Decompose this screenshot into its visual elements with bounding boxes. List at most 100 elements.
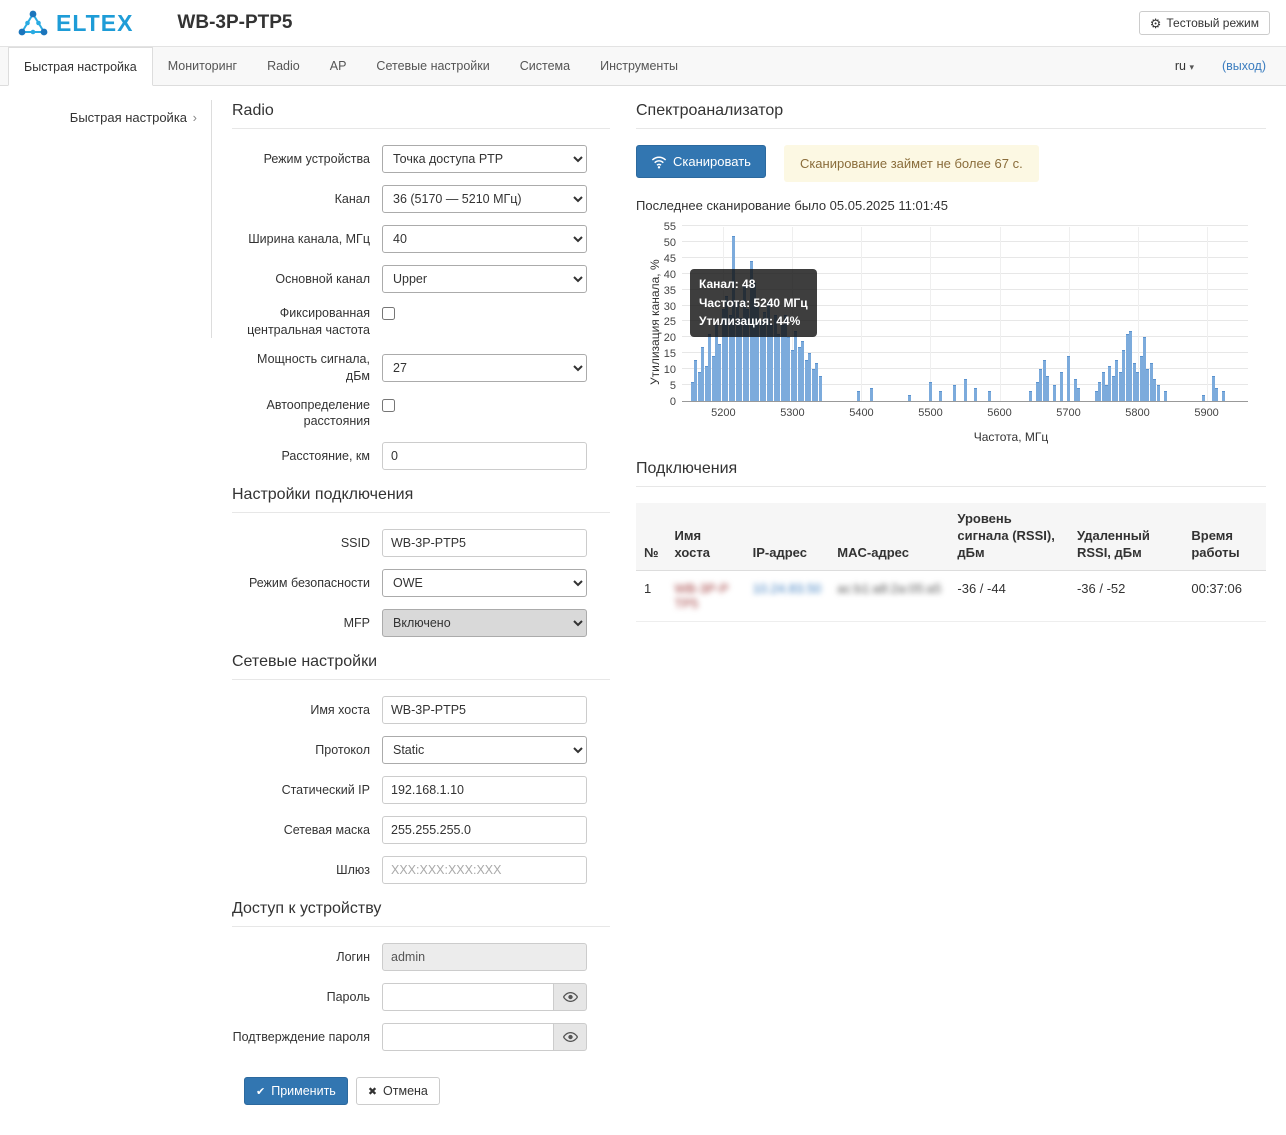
y-axis-tick: 0: [646, 396, 676, 408]
connections-header-row: №Имя хостаIP-адресMAC-адресУровень сигна…: [636, 503, 1266, 570]
tab-ap[interactable]: AP: [315, 47, 362, 85]
channel-width-control: 40: [382, 225, 587, 253]
x-icon: ✖: [368, 1085, 377, 1098]
primary-channel-select[interactable]: Upper: [382, 265, 587, 293]
scan-row: Сканировать Сканирование займет не более…: [636, 145, 1266, 182]
spectrum-bar: [1046, 376, 1049, 401]
cancel-button[interactable]: ✖ Отмена: [356, 1077, 440, 1105]
y-axis-tick: 15: [646, 348, 676, 360]
grid-line-vertical: [1207, 227, 1208, 401]
connections-table: №Имя хостаIP-адресMAC-адресУровень сигна…: [636, 503, 1266, 622]
tab-radio[interactable]: Radio: [252, 47, 315, 85]
conn-column-5: Удаленный RSSI, дБм: [1069, 503, 1183, 570]
test-mode-label: Тестовый режим: [1166, 16, 1259, 30]
auto-distance-control: [382, 397, 587, 415]
sidebar-item-label: Быстрая настройка: [70, 110, 187, 125]
section-title-connection-settings: Настройки подключения: [232, 486, 610, 513]
spectrum-bar: [857, 391, 860, 401]
device-title: WB-3P-PTP5: [177, 12, 292, 34]
eltex-logo[interactable]: ELTEX: [16, 9, 133, 37]
chart-x-axis-label: Частота, МГц: [728, 430, 1286, 444]
spectrum-bar: [1053, 385, 1056, 401]
check-icon: ✔: [256, 1085, 265, 1098]
nav-tabs: Быстрая настройкаМониторингRadioAPСетевы…: [8, 47, 693, 85]
scan-button-label: Сканировать: [673, 154, 751, 169]
primary-channel-label: Основной канал: [232, 271, 382, 288]
y-axis-tick: 45: [646, 253, 676, 265]
distance-input[interactable]: [382, 442, 587, 470]
grid-line-horizontal: [682, 257, 1248, 258]
spectrum-bar: [1157, 385, 1160, 401]
protocol-select[interactable]: Static: [382, 736, 587, 764]
fixed-center-freq-control: [382, 305, 587, 323]
spectrum-bar: [1202, 395, 1205, 401]
password-input[interactable]: [382, 983, 553, 1011]
password-control: [382, 983, 587, 1011]
eltex-logo-icon: [16, 9, 50, 37]
y-axis-tick: 55: [646, 221, 676, 233]
form-row-netmask: Сетевая маска: [232, 816, 610, 844]
form-row-mfp: MFPВключено: [232, 609, 610, 637]
spectrum-bar: [939, 391, 942, 401]
security-mode-label: Режим безопасности: [232, 575, 382, 592]
apply-button[interactable]: ✔ Применить: [244, 1077, 348, 1105]
conn-mac-redacted: ac:b1:a8:2a:05:a5: [837, 581, 941, 596]
connection-row: 1WB-3P-PTP510.24.83.50ac:b1:a8:2a:05:a5-…: [636, 570, 1266, 621]
y-axis-tick: 40: [646, 269, 676, 281]
spectrum-bar: [1077, 388, 1080, 401]
conn-ip-link-redacted[interactable]: 10.24.83.50: [753, 581, 822, 596]
tab-quick-setup[interactable]: Быстрая настройка: [8, 47, 153, 86]
password-show-password-button[interactable]: [553, 983, 587, 1011]
sidebar-item-quick-setup[interactable]: Быстрая настройка ›: [0, 110, 197, 125]
auto-distance-checkbox[interactable]: [382, 399, 395, 412]
spectrum-bar: [1060, 372, 1063, 401]
tx-power-select[interactable]: 27: [382, 354, 587, 382]
spectrum-chart: Утилизация канала, % Канал: 48 Частота: …: [636, 227, 1256, 444]
netmask-input[interactable]: [382, 816, 587, 844]
chart-tooltip: Канал: 48 Частота: 5240 МГц Утилизация: …: [690, 269, 817, 337]
hostname-control: [382, 696, 587, 724]
tooltip-frequency: Частота: 5240 МГц: [699, 294, 808, 313]
gear-icon: ⚙: [1150, 17, 1162, 30]
static-ip-input[interactable]: [382, 776, 587, 804]
static-ip-control: [382, 776, 587, 804]
fixed-center-freq-checkbox[interactable]: [382, 307, 395, 320]
channel-width-select[interactable]: 40: [382, 225, 587, 253]
spectrum-bar: [1029, 391, 1032, 401]
nav-right: ru ▾ (выход): [1175, 47, 1286, 85]
channel-select[interactable]: 36 (5170 — 5210 МГц): [382, 185, 587, 213]
tab-tools[interactable]: Инструменты: [585, 47, 693, 85]
y-axis-tick: 5: [646, 380, 676, 392]
device-mode-select[interactable]: Точка доступа PTP: [382, 145, 587, 173]
tab-network[interactable]: Сетевые настройки: [361, 47, 504, 85]
x-axis-tick: 5600: [980, 407, 1020, 419]
chart-plot-area: Канал: 48 Частота: 5240 МГц Утилизация: …: [682, 227, 1248, 402]
logout-link[interactable]: (выход): [1222, 59, 1266, 73]
hostname-input[interactable]: [382, 696, 587, 724]
conn-column-0: №: [636, 503, 667, 570]
ssid-input[interactable]: [382, 529, 587, 557]
password-confirm-input[interactable]: [382, 1023, 553, 1051]
password-confirm-group: [382, 1023, 587, 1051]
cancel-label: Отмена: [383, 1084, 428, 1098]
fixed-center-freq-label: Фиксированная центральная частота: [232, 305, 382, 339]
spectrum-bar: [1215, 388, 1218, 401]
scan-button[interactable]: Сканировать: [636, 145, 766, 178]
form-row-static-ip: Статический IP: [232, 776, 610, 804]
chevron-right-icon: ›: [193, 110, 197, 125]
spectrum-bar: [819, 376, 822, 401]
gateway-input[interactable]: [382, 856, 587, 884]
password-group: [382, 983, 587, 1011]
eye-icon: [563, 1031, 578, 1043]
protocol-label: Протокол: [232, 742, 382, 759]
language-selector[interactable]: ru ▾: [1175, 59, 1194, 73]
tooltip-channel: Канал: 48: [699, 275, 808, 294]
y-axis-tick: 25: [646, 316, 676, 328]
test-mode-button[interactable]: ⚙ Тестовый режим: [1139, 11, 1270, 35]
spectrum-bar: [953, 385, 956, 401]
form-actions: ✔ Применить ✖ Отмена: [232, 1077, 610, 1105]
security-mode-select[interactable]: OWE: [382, 569, 587, 597]
password-confirm-show-password-button[interactable]: [553, 1023, 587, 1051]
tab-system[interactable]: Система: [505, 47, 585, 85]
tab-monitoring[interactable]: Мониторинг: [153, 47, 252, 85]
